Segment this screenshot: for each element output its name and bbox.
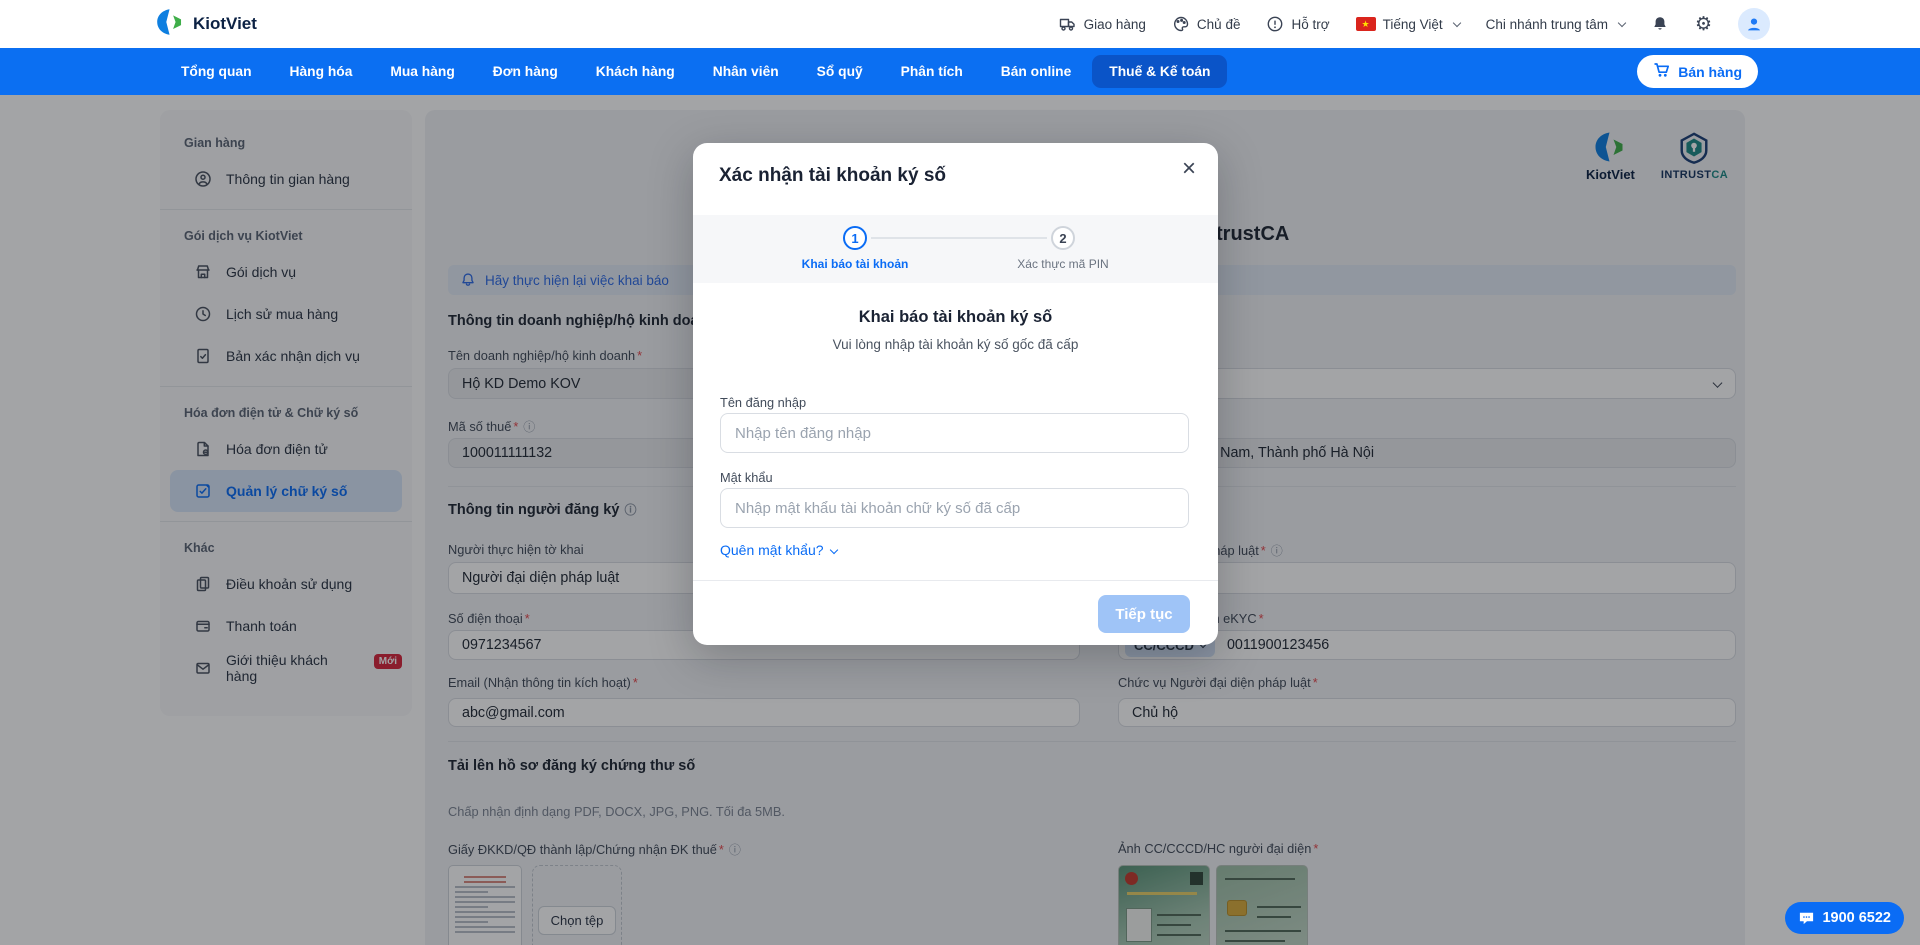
person-icon (1748, 18, 1760, 31)
forgot-password-link[interactable]: Quên mật khẩu? (720, 542, 838, 558)
branch-selector[interactable]: Chi nhánh trung tâm (1485, 16, 1627, 32)
modal-title: Xác nhận tài khoản ký số (719, 165, 947, 186)
kiotviet-brand[interactable]: KiotViet (155, 7, 257, 42)
brand-name: KiotViet (193, 14, 257, 33)
notifications-bell[interactable] (1651, 15, 1669, 33)
theme-menu[interactable]: Chủ đề (1172, 15, 1241, 33)
theme-label: Chủ đề (1196, 16, 1241, 32)
delivery-label: Giao hàng (1083, 16, 1146, 32)
sell-button[interactable]: Bán hàng (1637, 55, 1758, 88)
step-1-circle: 1 (843, 226, 867, 250)
tab-don-hang[interactable]: Đơn hàng (476, 55, 575, 88)
chevron-down-icon (1452, 18, 1461, 27)
modal-subheading: Vui lòng nhập tài khoản ký số gốc đã cấp (832, 337, 1079, 352)
language-selector[interactable]: ★ Tiếng Việt (1355, 16, 1461, 32)
stepper: 1 2 Khai báo tài khoản Xác thực mã PIN (693, 215, 1218, 283)
chevron-down-icon (1617, 18, 1627, 27)
password-label: Mật khẩu (720, 470, 773, 485)
tab-hang-hoa[interactable]: Hàng hóa (273, 55, 370, 88)
tab-nhan-vien[interactable]: Nhân viên (696, 55, 796, 88)
branch-label: Chi nhánh trung tâm (1485, 16, 1608, 32)
modal-heading: Khai báo tài khoản ký số (858, 308, 1053, 326)
hotline-chat-button[interactable]: 1900 6522 (1785, 902, 1904, 934)
username-input[interactable] (720, 413, 1189, 453)
chat-bubble-icon (1800, 912, 1814, 925)
tab-thue-ke-toan[interactable]: Thuế & Kế toán (1092, 55, 1228, 88)
digital-signature-modal: Xác nhận tài khoản ký số × 1 2 Khai báo … (693, 143, 1218, 645)
gear-icon: ⚙ (1694, 13, 1712, 35)
step-1-label: Khai báo tài khoản (801, 257, 909, 271)
top-header: KiotViet Giao hàng Chủ đề Hỗ trợ ★ Tiếng… (0, 0, 1920, 48)
tab-tong-quan[interactable]: Tổng quan (164, 55, 269, 88)
step-2-label: Xác thực mã PIN (1017, 257, 1109, 271)
tab-mua-hang[interactable]: Mua hàng (373, 55, 471, 88)
palette-icon (1172, 15, 1190, 33)
tab-phan-tich[interactable]: Phân tích (884, 55, 980, 88)
divider (693, 580, 1218, 581)
bell-icon (1651, 15, 1669, 33)
support-menu[interactable]: Hỗ trợ (1266, 15, 1330, 33)
continue-button[interactable]: Tiếp tục (1098, 595, 1190, 633)
page-body: Gian hàng Thông tin gian hàng Gói dịch v… (0, 95, 1920, 945)
delivery-truck-icon (1059, 16, 1077, 32)
main-navbar: Tổng quan Hàng hóa Mua hàng Đơn hàng Khá… (0, 48, 1920, 95)
language-label: Tiếng Việt (1382, 16, 1443, 32)
help-icon (1266, 15, 1284, 33)
user-avatar[interactable] (1738, 8, 1770, 40)
close-icon[interactable]: × (1182, 157, 1196, 181)
username-label: Tên đăng nhập (720, 395, 807, 410)
cart-icon (1653, 62, 1670, 81)
tab-ban-online[interactable]: Bán online (984, 55, 1089, 88)
chevron-down-icon (829, 545, 838, 554)
delivery-menu[interactable]: Giao hàng (1059, 16, 1146, 32)
support-label: Hỗ trợ (1291, 16, 1330, 32)
settings-gear[interactable]: ⚙ (1695, 13, 1712, 35)
stepper-line (871, 237, 1047, 239)
vietnam-flag-icon: ★ (1355, 17, 1376, 31)
kiotviet-logo-icon (155, 7, 185, 42)
password-input[interactable] (720, 488, 1189, 528)
tab-so-quy[interactable]: Sổ quỹ (800, 55, 880, 88)
tab-khach-hang[interactable]: Khách hàng (579, 55, 692, 88)
step-2-circle: 2 (1051, 226, 1075, 250)
